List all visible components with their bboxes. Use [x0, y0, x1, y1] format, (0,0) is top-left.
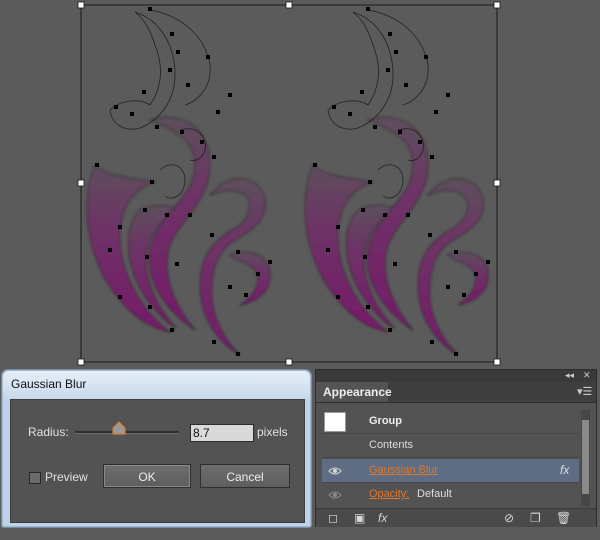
eye-icon[interactable]	[328, 466, 342, 476]
trash-icon[interactable]: 🗑	[556, 511, 571, 525]
contents-label: Contents	[369, 439, 414, 451]
resize-handle[interactable]	[493, 1, 501, 9]
tab-appearance[interactable]: Appearance	[316, 382, 392, 402]
ornament-left	[87, 10, 270, 355]
collapse-icon[interactable]: ◂◂	[565, 370, 574, 381]
preview-label: Preview	[45, 470, 88, 484]
ok-button[interactable]: OK	[103, 464, 191, 488]
group-thumbnail	[324, 412, 346, 432]
duplicate-icon[interactable]: ❐	[530, 511, 541, 525]
radius-unit-label: pixels	[257, 425, 288, 439]
resize-handle[interactable]	[77, 179, 85, 187]
gaussian-blur-dialog: Gaussian Blur Radius: pixels Preview OK …	[2, 370, 311, 527]
panel-scrollbar[interactable]	[581, 410, 590, 506]
add-effect-fx-icon[interactable]: fx	[378, 511, 387, 525]
appearance-row-effect[interactable]: Gaussian Blur fx	[322, 459, 579, 483]
resize-handle[interactable]	[285, 1, 293, 9]
appearance-row-opacity[interactable]: Opacity: Default	[322, 483, 579, 507]
preview-checkbox[interactable]	[29, 472, 41, 484]
opacity-link[interactable]: Opacity:	[369, 488, 409, 500]
scrollbar-thumb[interactable]	[582, 420, 589, 494]
radius-slider-track[interactable]	[75, 431, 179, 434]
panel-menu-icon[interactable]: ▾☰	[577, 385, 592, 398]
dialog-titlebar[interactable]: Gaussian Blur	[3, 371, 310, 399]
panel-bottom-toolbar: ◻ ▣ fx ⊘ ❐ 🗑	[316, 508, 596, 527]
new-stroke-icon[interactable]: ◻	[328, 511, 338, 525]
dialog-body: Radius: pixels Preview OK Cancel	[10, 399, 305, 523]
resize-handle[interactable]	[285, 358, 293, 366]
appearance-row-group[interactable]: Group	[322, 410, 579, 434]
close-icon[interactable]: ✕	[583, 370, 591, 381]
panel-topbar: ◂◂ ✕	[316, 370, 596, 382]
resize-handle[interactable]	[493, 179, 501, 187]
group-label: Group	[369, 415, 402, 427]
new-fill-icon[interactable]: ▣	[354, 511, 365, 525]
resize-handle[interactable]	[77, 358, 85, 366]
slider-thumb-icon[interactable]	[112, 421, 126, 435]
appearance-row-contents[interactable]: Contents	[322, 434, 579, 458]
radius-input[interactable]	[190, 424, 254, 442]
ornament-right	[305, 10, 488, 355]
clear-appearance-icon[interactable]: ⊘	[504, 511, 514, 525]
opacity-value: Default	[417, 488, 452, 500]
panel-tabbar: Appearance ▾☰	[316, 382, 596, 403]
resize-handle[interactable]	[77, 1, 85, 9]
appearance-panel: ◂◂ ✕ Appearance ▾☰ Group Contents Gaussi…	[315, 369, 597, 527]
eye-icon[interactable]	[328, 490, 342, 500]
resize-handle[interactable]	[493, 358, 501, 366]
dialog-title: Gaussian Blur	[11, 377, 87, 391]
gaussian-blur-link[interactable]: Gaussian Blur	[369, 464, 438, 476]
fx-icon[interactable]: fx	[560, 463, 569, 477]
radius-label: Radius:	[28, 425, 69, 439]
cancel-button[interactable]: Cancel	[200, 464, 290, 488]
